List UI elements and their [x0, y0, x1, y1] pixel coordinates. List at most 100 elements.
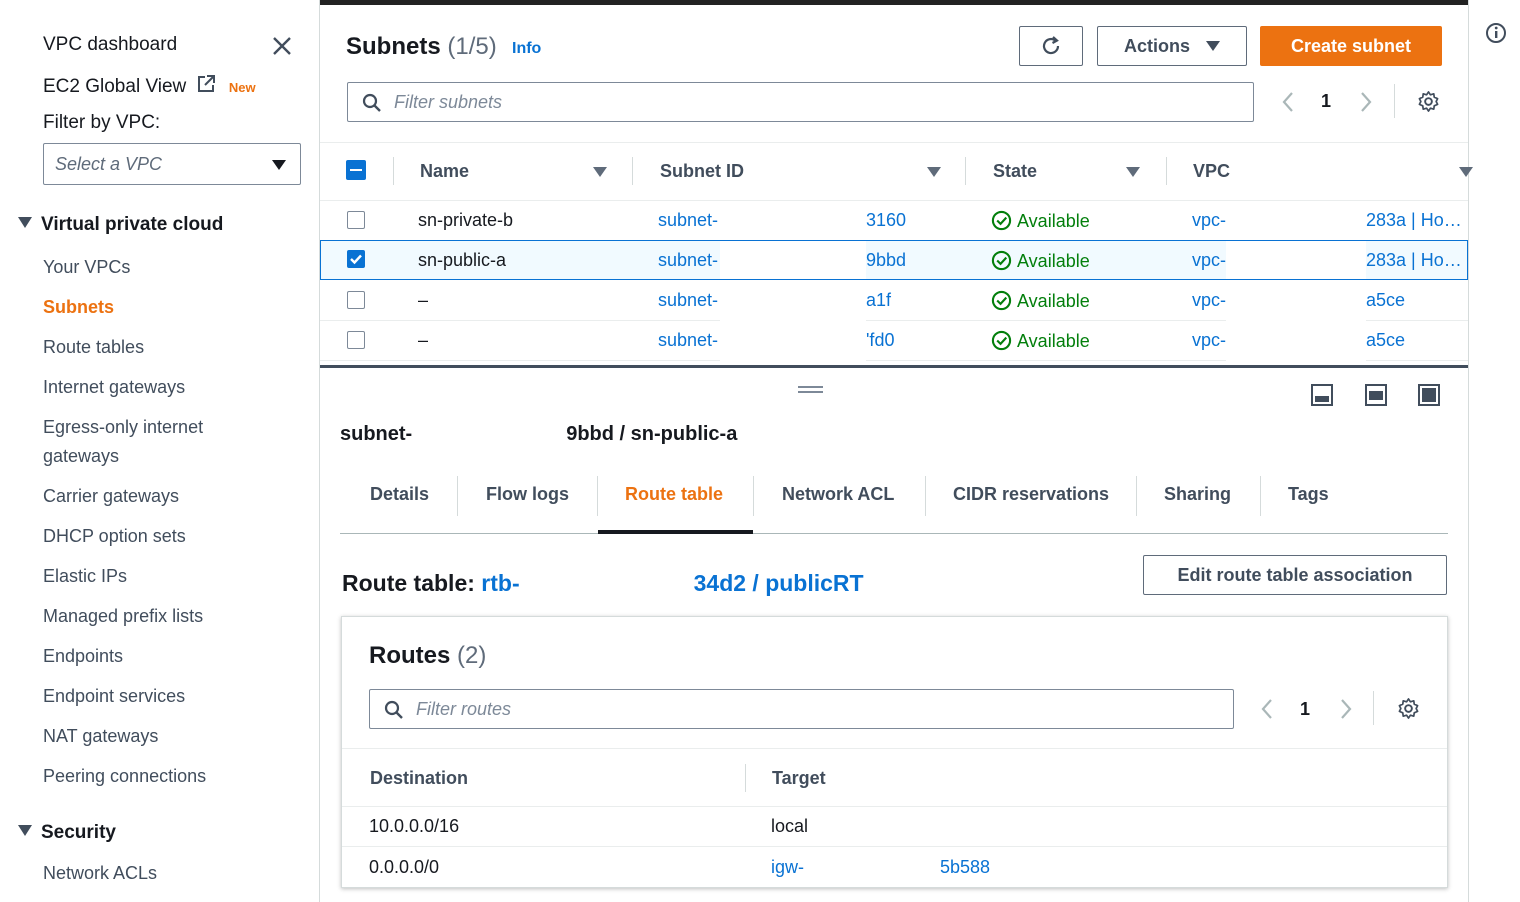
- tab-cidr-reservations[interactable]: CIDR reservations: [953, 484, 1109, 505]
- tab-route-table[interactable]: Route table: [625, 484, 723, 505]
- nav-elastic-ips[interactable]: Elastic IPs: [43, 562, 127, 591]
- nav-nat-gateways[interactable]: NAT gateways: [43, 722, 158, 751]
- refresh-button[interactable]: [1019, 26, 1083, 66]
- row-subnet-id-suffix[interactable]: 'fd0: [866, 330, 894, 351]
- table-row[interactable]: – subnet- 'fd0 Available vpc- a5ce: [320, 321, 1468, 361]
- filter-subnets-placeholder: Filter subnets: [394, 92, 503, 112]
- caret-down-icon: [18, 217, 32, 229]
- info-link[interactable]: Info: [512, 40, 541, 58]
- filter-by-vpc-label: Filter by VPC:: [43, 112, 161, 133]
- filter-routes-input[interactable]: Filter routes: [369, 689, 1234, 729]
- row-subnet-id[interactable]: subnet-: [658, 250, 718, 271]
- table-row[interactable]: sn-private-b subnet- 3160 Available vpc-…: [320, 201, 1468, 241]
- row-checkbox-checked[interactable]: [347, 250, 365, 268]
- tab-sharing[interactable]: Sharing: [1164, 484, 1231, 505]
- row-vpc[interactable]: vpc-: [1192, 210, 1226, 231]
- nav-vpc-dashboard[interactable]: VPC dashboard: [43, 34, 177, 56]
- filter-subnets-input[interactable]: Filter subnets: [347, 82, 1254, 122]
- route-target-link-prefix[interactable]: igw-: [771, 857, 804, 878]
- split-bottom-icon[interactable]: [1310, 383, 1334, 412]
- edit-route-table-association-button[interactable]: Edit route table association: [1143, 555, 1447, 595]
- nav-dhcp-option-sets[interactable]: DHCP option sets: [43, 522, 186, 551]
- chevron-right-icon[interactable]: [1338, 697, 1354, 726]
- table-row[interactable]: – subnet- a1f Available vpc- a5ce: [320, 281, 1468, 321]
- table-row-selected[interactable]: sn-public-a subnet- 9bbd Available vpc- …: [320, 240, 1468, 280]
- caret-down-icon[interactable]: [593, 167, 607, 177]
- row-checkbox[interactable]: [347, 331, 365, 349]
- split-side-icon[interactable]: [1364, 383, 1388, 412]
- nav-endpoints[interactable]: Endpoints: [43, 642, 123, 671]
- new-badge: New: [228, 79, 256, 95]
- gear-icon[interactable]: [1397, 697, 1420, 725]
- vpc-select[interactable]: Select a VPC: [43, 143, 301, 185]
- row-vpc-suffix[interactable]: 283a | Ho…: [1366, 210, 1462, 231]
- nav-your-vpcs[interactable]: Your VPCs: [43, 253, 130, 282]
- caret-down-icon[interactable]: [927, 167, 941, 177]
- row-vpc-suffix[interactable]: a5ce: [1366, 290, 1405, 311]
- tab-network-acl[interactable]: Network ACL: [782, 484, 894, 505]
- nav-route-tables[interactable]: Route tables: [43, 333, 144, 362]
- tab-tags[interactable]: Tags: [1288, 484, 1329, 505]
- col-header-vpc[interactable]: VPC: [1193, 161, 1230, 182]
- close-icon[interactable]: [272, 36, 292, 61]
- section-security[interactable]: Security: [18, 822, 116, 844]
- col-header-subnet-id[interactable]: Subnet ID: [660, 161, 744, 182]
- tab-flow-logs[interactable]: Flow logs: [486, 484, 569, 505]
- route-table-link-prefix[interactable]: rtb-: [481, 570, 519, 596]
- nav-endpoint-services[interactable]: Endpoint services: [43, 682, 185, 711]
- row-vpc-suffix[interactable]: 283a | Ho…: [1366, 250, 1462, 271]
- row-checkbox[interactable]: [347, 291, 365, 309]
- nav-ec2-global-view[interactable]: EC2 Global View New: [43, 74, 256, 100]
- row-subnet-id-suffix[interactable]: 3160: [866, 210, 906, 231]
- chevron-left-icon[interactable]: [1259, 697, 1275, 726]
- routes-panel: Routes (2) Filter routes 1 Destination T…: [341, 616, 1448, 888]
- nav-egress-only-gateways-line2[interactable]: gateways: [43, 442, 119, 471]
- row-state: Available: [991, 290, 1090, 312]
- tab-details[interactable]: Details: [370, 484, 429, 505]
- routes-page-number[interactable]: 1: [1300, 699, 1310, 720]
- actions-button[interactable]: Actions: [1097, 26, 1247, 66]
- select-all-checkbox[interactable]: [346, 160, 366, 180]
- col-header-state[interactable]: State: [993, 161, 1037, 182]
- col-separator: [632, 157, 633, 185]
- row-vpc[interactable]: vpc-: [1192, 290, 1226, 311]
- table-row[interactable]: 0.0.0.0/0 igw- 5b588: [342, 848, 1447, 888]
- create-subnet-button[interactable]: Create subnet: [1260, 26, 1442, 66]
- row-vpc-suffix[interactable]: a5ce: [1366, 330, 1405, 351]
- caret-down-icon[interactable]: [1126, 167, 1140, 177]
- row-subnet-id[interactable]: subnet-: [658, 210, 718, 231]
- caret-down-icon[interactable]: [1459, 167, 1473, 177]
- nav-managed-prefix-lists[interactable]: Managed prefix lists: [43, 602, 203, 631]
- chevron-right-icon[interactable]: [1358, 90, 1374, 119]
- route-table-link-suffix[interactable]: 34d2 / publicRT: [694, 570, 864, 596]
- split-full-icon[interactable]: [1417, 383, 1441, 412]
- row-vpc[interactable]: vpc-: [1192, 250, 1226, 271]
- row-subnet-id[interactable]: subnet-: [658, 290, 718, 311]
- chevron-left-icon[interactable]: [1280, 90, 1296, 119]
- col-header-name[interactable]: Name: [420, 161, 469, 182]
- nav-egress-only-gateways[interactable]: Egress-only internet: [43, 413, 203, 442]
- row-checkbox[interactable]: [347, 211, 365, 229]
- gear-icon[interactable]: [1417, 90, 1440, 118]
- nav-peering-connections[interactable]: Peering connections: [43, 762, 206, 791]
- nav-network-acls[interactable]: Network ACLs: [43, 859, 157, 888]
- split-panel-border: [320, 365, 1468, 368]
- drag-handle-icon[interactable]: [798, 386, 823, 394]
- row-subnet-id-suffix[interactable]: a1f: [866, 290, 891, 311]
- nav-carrier-gateways[interactable]: Carrier gateways: [43, 482, 179, 511]
- col-header-target[interactable]: Target: [772, 768, 826, 789]
- table-row[interactable]: 10.0.0.0/16 local: [342, 807, 1447, 847]
- nav-internet-gateways[interactable]: Internet gateways: [43, 373, 185, 402]
- filter-routes-placeholder: Filter routes: [416, 699, 512, 719]
- row-subnet-id-suffix[interactable]: 9bbd: [866, 250, 906, 271]
- section-virtual-private-cloud[interactable]: Virtual private cloud: [18, 214, 223, 236]
- nav-subnets[interactable]: Subnets: [43, 293, 114, 322]
- page-number[interactable]: 1: [1321, 91, 1331, 112]
- row-subnet-id[interactable]: subnet-: [658, 330, 718, 351]
- row-vpc[interactable]: vpc-: [1192, 330, 1226, 351]
- check-circle-icon: [991, 330, 1012, 351]
- info-icon[interactable]: [1485, 22, 1507, 49]
- col-header-destination[interactable]: Destination: [370, 768, 468, 789]
- selection-count: (1/5): [447, 33, 497, 60]
- route-target-link-suffix[interactable]: 5b588: [940, 857, 990, 878]
